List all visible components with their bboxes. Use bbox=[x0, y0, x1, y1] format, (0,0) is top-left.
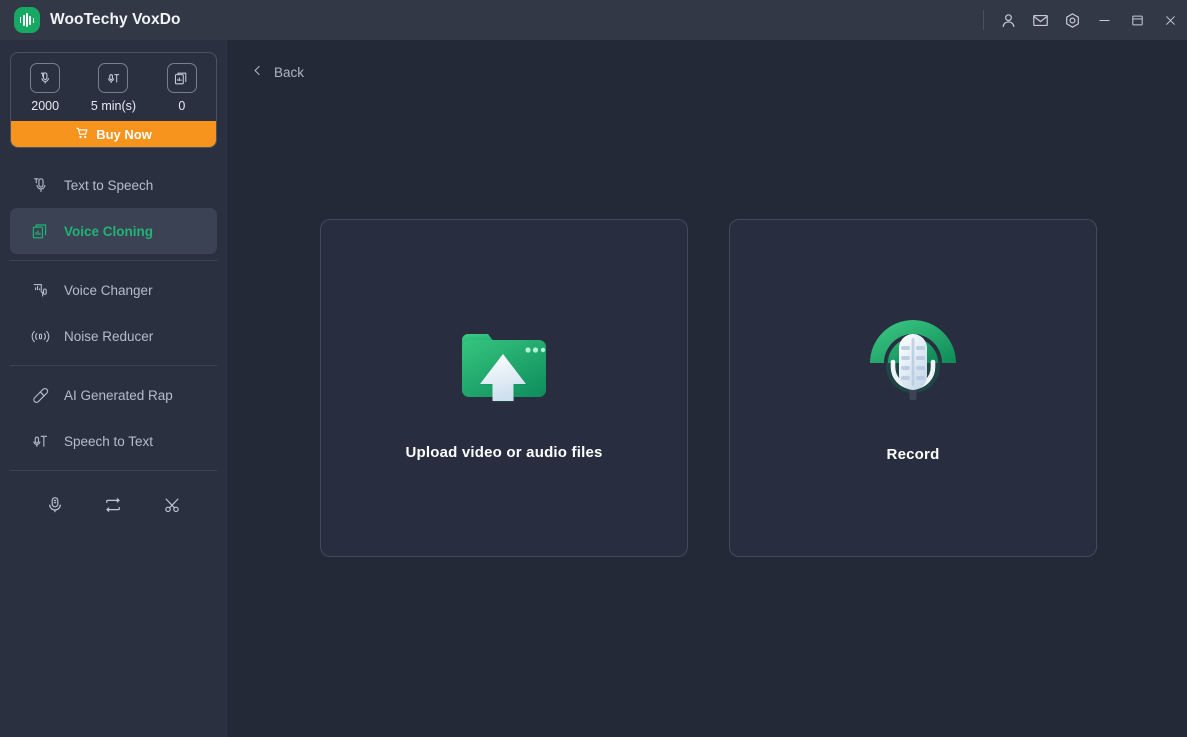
text-to-speech-icon bbox=[30, 175, 50, 195]
sidebar-item-text-to-speech[interactable]: Text to Speech bbox=[10, 162, 217, 208]
sidebar-item-noise-reducer[interactable]: Noise Reducer bbox=[10, 313, 217, 359]
sidebar-item-label: Voice Changer bbox=[64, 282, 153, 298]
convert-icon[interactable] bbox=[99, 491, 127, 519]
credit-text-to-speech: 2000 bbox=[11, 63, 79, 113]
sidebar-divider bbox=[10, 470, 217, 471]
noise-reducer-icon bbox=[30, 326, 50, 346]
credits-panel: 2000 5 min(s) 0 Buy Now bbox=[10, 52, 217, 148]
credit-value: 5 min(s) bbox=[90, 99, 137, 113]
sidebar-item-voice-cloning[interactable]: Voice Cloning bbox=[10, 208, 217, 254]
sidebar-item-label: AI Generated Rap bbox=[64, 387, 173, 403]
credit-value: 2000 bbox=[31, 99, 60, 113]
back-button[interactable]: Back bbox=[251, 64, 304, 80]
close-icon[interactable] bbox=[1154, 0, 1187, 40]
voice-changer-icon bbox=[30, 280, 50, 300]
voxdo-logo-icon bbox=[14, 7, 40, 33]
settings-icon[interactable] bbox=[1056, 0, 1088, 40]
sidebar-item-label: Speech to Text bbox=[64, 433, 154, 449]
upload-folder-icon bbox=[458, 316, 550, 416]
sidebar-nav: Text to Speech Voice Cloning Voice Chang… bbox=[0, 162, 227, 533]
credit-voice-cloning: 0 bbox=[148, 63, 216, 113]
upload-card[interactable]: Upload video or audio files bbox=[320, 219, 688, 557]
scissors-icon[interactable] bbox=[158, 491, 186, 519]
record-card-label: Record bbox=[886, 446, 940, 463]
main-content: Back Upload video or audio files Record bbox=[227, 40, 1187, 737]
voice-cloning-icon bbox=[30, 221, 50, 241]
window-controls bbox=[983, 0, 1187, 40]
chevron-left-icon bbox=[251, 64, 264, 80]
control-divider bbox=[983, 10, 984, 30]
back-label: Back bbox=[274, 64, 305, 80]
record-microphone-icon bbox=[864, 312, 962, 412]
sidebar-item-ai-generated-rap[interactable]: AI Generated Rap bbox=[10, 372, 217, 418]
sidebar-divider bbox=[10, 365, 217, 366]
app-window: WooTechy VoxDo 2000 5 min(s) 0 Buy Now T… bbox=[0, 0, 1187, 737]
account-icon[interactable] bbox=[992, 0, 1024, 40]
maximize-icon[interactable] bbox=[1121, 0, 1154, 40]
credits-row: 2000 5 min(s) 0 bbox=[11, 53, 216, 121]
sidebar-tools bbox=[0, 477, 227, 533]
upload-card-label: Upload video or audio files bbox=[405, 444, 603, 461]
minimize-icon[interactable] bbox=[1088, 0, 1121, 40]
sidebar-item-label: Noise Reducer bbox=[64, 328, 154, 344]
sidebar-item-label: Text to Speech bbox=[64, 177, 154, 193]
mail-icon[interactable] bbox=[1024, 0, 1056, 40]
title-bar: WooTechy VoxDo bbox=[0, 0, 1187, 40]
speech-to-text-icon bbox=[98, 63, 129, 93]
speech-to-text-icon bbox=[30, 431, 50, 451]
sidebar-item-label: Voice Cloning bbox=[64, 223, 154, 239]
sidebar-divider bbox=[10, 260, 217, 261]
record-card[interactable]: Record bbox=[729, 219, 1097, 557]
voice-cloning-icon bbox=[166, 63, 197, 93]
credit-speech-to-text: 5 min(s) bbox=[79, 63, 147, 113]
sidebar-item-voice-changer[interactable]: Voice Changer bbox=[10, 267, 217, 313]
ai-generated-rap-icon bbox=[30, 385, 50, 405]
cart-icon bbox=[75, 126, 89, 143]
buy-now-button[interactable]: Buy Now bbox=[11, 121, 216, 147]
microphone-icon[interactable] bbox=[41, 491, 69, 519]
sidebar: 2000 5 min(s) 0 Buy Now Text to Speech V… bbox=[0, 40, 227, 737]
text-to-speech-icon bbox=[30, 63, 61, 93]
buy-now-label: Buy Now bbox=[96, 126, 152, 142]
sidebar-item-speech-to-text[interactable]: Speech to Text bbox=[10, 418, 217, 464]
credit-value: 0 bbox=[178, 99, 186, 113]
app-title: WooTechy VoxDo bbox=[50, 11, 181, 28]
